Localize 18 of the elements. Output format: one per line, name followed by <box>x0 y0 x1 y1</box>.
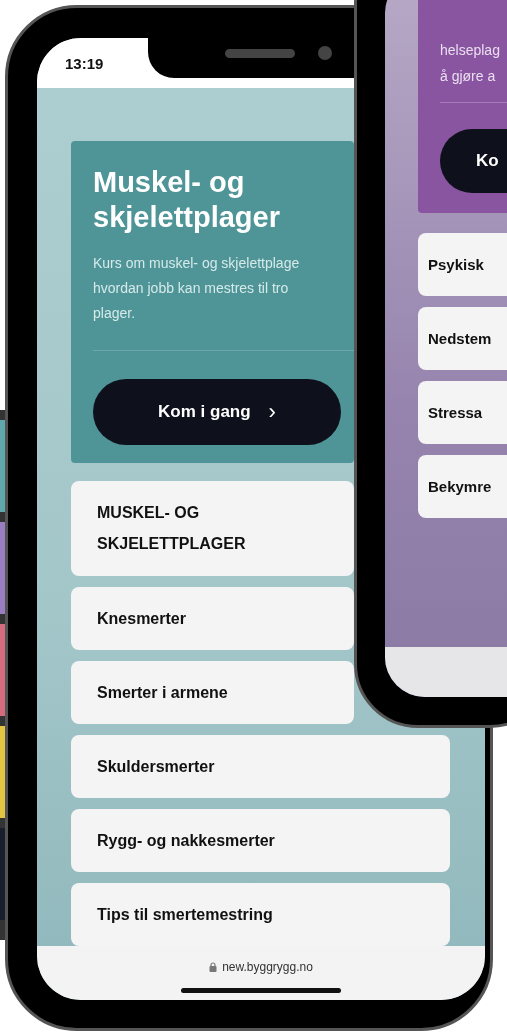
hero-description: helseplag å gjøre a <box>440 41 501 86</box>
topic-item[interactable]: Knesmerter <box>71 587 354 651</box>
hero-title: Muskel- og skjelettplager <box>93 165 281 235</box>
topic-item[interactable]: Rygg- og nakkesmerter <box>71 809 450 873</box>
topic-item[interactable]: Nedstem <box>418 306 507 370</box>
topic-item[interactable]: Tips til smertemestring <box>71 883 450 947</box>
topic-item[interactable]: Skuldersmerter <box>71 735 450 799</box>
start-button[interactable]: Kom i gang › <box>93 379 341 446</box>
topic-item[interactable]: MUSKEL- OG SKJELETTPLAGER <box>71 481 354 577</box>
topic-item[interactable]: Stressa <box>418 380 507 444</box>
start-button[interactable]: Ko <box>440 128 507 193</box>
lock-icon <box>209 962 218 973</box>
url-text: new.byggrygg.no <box>222 960 313 975</box>
hero-description: Kurs om muskel- og skjelettplage hvordan jobb kan mestres til tro plager. <box>93 253 301 323</box>
status-time: 13:19 <box>65 54 104 72</box>
topic-item[interactable]: Bekymre <box>418 454 507 518</box>
topic-item[interactable]: Smerter i armene <box>71 661 354 725</box>
topic-item[interactable]: Psykisk <box>418 232 507 296</box>
